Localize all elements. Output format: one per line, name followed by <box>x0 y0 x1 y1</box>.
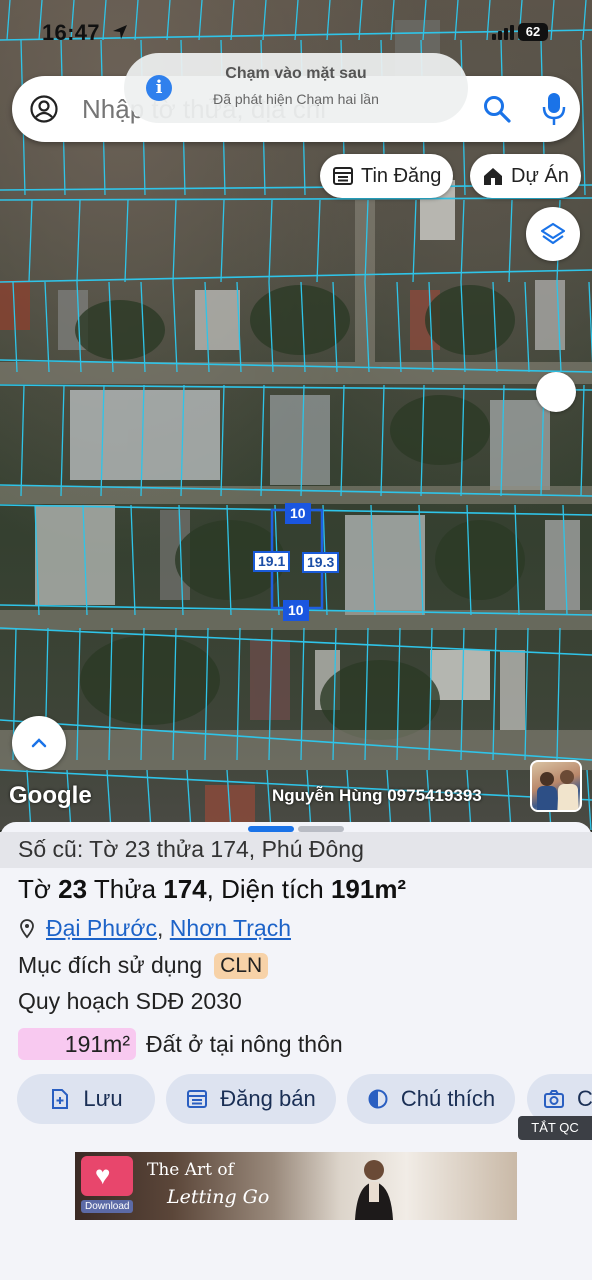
file-add-icon <box>52 1089 69 1109</box>
toast-subtitle: Đã phát hiện Chạm hai lần <box>213 91 379 107</box>
plot-number: 174 <box>163 874 207 904</box>
legend-button[interactable]: Chú thích <box>347 1074 515 1124</box>
chevron-up-icon <box>31 738 47 748</box>
plan-area-row: 191m² Đất ở tại nông thôn <box>18 1028 343 1060</box>
camera-icon <box>544 1090 564 1108</box>
map-pin-icon <box>20 918 34 938</box>
camera-label: C <box>577 1086 592 1111</box>
signal-icon <box>492 24 514 40</box>
chip-label: Dự Án <box>511 164 569 187</box>
ad-person-image <box>355 1160 393 1220</box>
ad-app-logo <box>81 1156 133 1196</box>
layers-icon <box>540 222 566 245</box>
parcel-info-sheet[interactable]: Số cũ: Tờ 23 thửa 174, Phú Đông Tờ 23 Th… <box>0 822 592 1280</box>
battery-indicator: 62 <box>518 23 548 41</box>
usage-label: Mục đích sử dụng <box>18 952 203 978</box>
expand-up-button[interactable] <box>12 716 66 770</box>
save-button[interactable]: Lưu <box>17 1074 155 1124</box>
location-row: Đại Phước, Nhơn Trạch <box>18 915 291 942</box>
old-reference-text: Số cũ: Tờ 23 thửa 174, Phú Đông <box>18 836 364 862</box>
parcel-label-right: 19.3 <box>302 552 340 573</box>
calendar-list-icon <box>333 167 353 185</box>
legend-label: Chú thích <box>400 1086 496 1111</box>
old-reference-bar: Số cũ: Tờ 23 thửa 174, Phú Đông <box>0 832 592 868</box>
map-attribution: Nguyễn Hùng 0975419393 <box>272 786 482 805</box>
layers-button[interactable] <box>526 207 580 261</box>
sheet-number: 23 <box>58 874 88 904</box>
ward-link[interactable]: Đại Phước <box>46 915 157 942</box>
user-avatar[interactable] <box>530 760 582 812</box>
toast-title: Chạm vào mặt sau <box>225 65 367 82</box>
google-logo: Google <box>9 782 92 809</box>
chip-tin-dang[interactable]: Tin Đăng <box>320 154 454 198</box>
sheet-page-indicator[interactable] <box>248 826 344 832</box>
satellite-map[interactable]: 16:47 62 Nhập tờ thửa, địa chỉ i Chạm và… <box>0 0 592 830</box>
save-label: Lưu <box>83 1086 123 1111</box>
parcel-label-bottom: 10 <box>283 600 309 621</box>
district-link[interactable]: Nhơn Trạch <box>170 915 291 942</box>
ad-banner[interactable]: Download The Art of Letting Go <box>75 1152 517 1220</box>
ad-title-line2: Letting Go <box>167 1186 270 1208</box>
plan-label: Quy hoạch SDĐ 2030 <box>18 988 242 1014</box>
parcel-label-top: 10 <box>285 503 311 524</box>
house-icon <box>484 168 502 185</box>
search-icon[interactable] <box>482 94 512 124</box>
contrast-icon <box>368 1089 388 1109</box>
calendar-list-icon <box>187 1090 208 1108</box>
page-dot-active[interactable] <box>248 826 294 832</box>
usage-row: Mục đích sử dụng CLN <box>18 952 269 979</box>
ad-download-badge: Download <box>81 1200 134 1213</box>
account-icon[interactable] <box>30 95 58 123</box>
usage-code-badge: CLN <box>214 952 269 979</box>
plan-area-description: Đất ở tại nông thôn <box>146 1030 343 1057</box>
assistive-touch-button[interactable] <box>536 372 576 412</box>
microphone-icon[interactable] <box>542 91 566 127</box>
back-tap-toast: i Chạm vào mặt sau Đã phát hiện Chạm hai… <box>124 53 468 123</box>
parcel-label-left: 19.1 <box>253 551 291 572</box>
status-time: 16:47 <box>42 20 100 45</box>
post-for-sale-label: Đăng bán <box>220 1086 316 1111</box>
chip-label: Tin Đăng <box>361 164 442 187</box>
page-dot[interactable] <box>298 826 344 832</box>
area-value: 191m² <box>330 874 407 904</box>
plan-area-pill: 191m² <box>18 1028 136 1060</box>
parcel-title: Tờ 23 Thửa 174, Diện tích 191m² <box>18 874 407 904</box>
hide-ad-button[interactable]: TẮT QC <box>518 1116 592 1140</box>
chip-du-an[interactable]: Dự Án <box>470 154 581 198</box>
post-for-sale-button[interactable]: Đăng bán <box>166 1074 336 1124</box>
location-arrow-icon <box>113 25 127 39</box>
ad-title-line1: The Art of <box>147 1160 234 1180</box>
